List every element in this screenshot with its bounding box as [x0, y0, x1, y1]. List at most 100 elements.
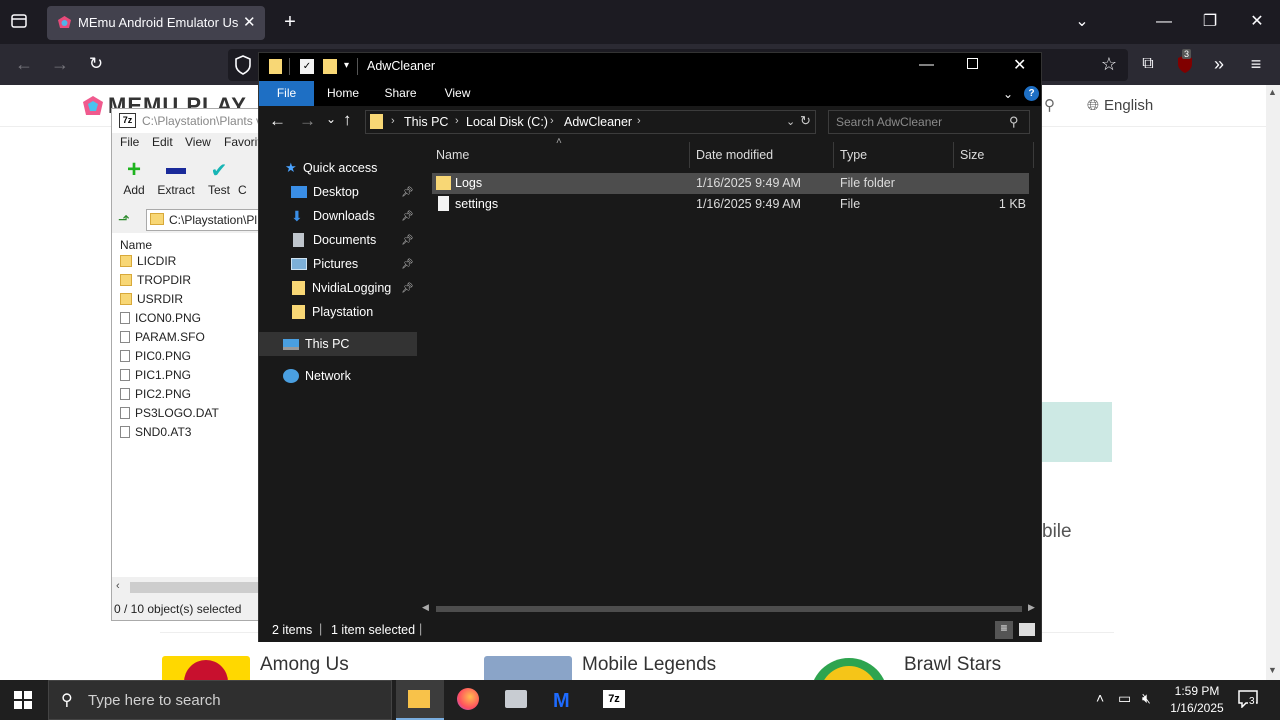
site-search-icon[interactable]: ⚲: [1044, 96, 1055, 114]
details-view-icon[interactable]: ≡: [995, 621, 1013, 639]
show-hidden-icons-icon[interactable]: ˄: [1096, 690, 1104, 706]
pin-icon[interactable]: 📌︎: [401, 211, 414, 222]
promo-banner[interactable]: [1042, 402, 1112, 462]
nav-pictures[interactable]: Pictures 📌︎: [259, 252, 417, 276]
close-icon[interactable]: ✕: [1013, 55, 1026, 75]
breadcrumb-this-pc[interactable]: This PC: [404, 115, 448, 129]
taskbar-malwarebytes[interactable]: M: [540, 680, 588, 720]
back-icon[interactable]: ←: [14, 54, 34, 74]
explorer-title-bar[interactable]: ✓ ▾ AdwCleaner — ✕: [259, 53, 1041, 81]
shield-icon[interactable]: [234, 55, 252, 75]
close-browser-icon[interactable]: ✕: [1247, 12, 1267, 32]
column-name[interactable]: Name: [430, 142, 690, 168]
address-bar[interactable]: › This PC › Local Disk (C:) › AdwCleaner…: [365, 110, 816, 134]
pin-icon[interactable]: 📌︎: [401, 187, 414, 198]
nav-nvidialogging[interactable]: NvidiaLogging 📌︎: [259, 276, 417, 300]
expand-ribbon-icon[interactable]: ⌄: [1003, 87, 1013, 101]
list-item[interactable]: TROPDIR: [120, 270, 191, 289]
back-icon[interactable]: ←: [269, 111, 286, 131]
scroll-right-icon[interactable]: ▶: [1028, 602, 1035, 613]
chevron-right-icon[interactable]: ›: [455, 115, 459, 127]
list-item[interactable]: PS3LOGO.DAT: [120, 403, 219, 422]
among-us-thumbnail[interactable]: [162, 656, 250, 690]
tab-share[interactable]: Share: [378, 81, 423, 106]
list-item[interactable]: PIC2.PNG: [120, 384, 191, 403]
restore-browser-icon[interactable]: ❐: [1200, 12, 1220, 32]
nav-downloads[interactable]: ⬇ Downloads 📌︎: [259, 204, 417, 228]
tab-list-icon[interactable]: [10, 12, 30, 30]
hamburger-menu-icon[interactable]: ≡: [1246, 54, 1266, 74]
scroll-thumb[interactable]: [436, 606, 1022, 612]
chevron-right-icon[interactable]: ›: [391, 115, 395, 127]
extensions-icon[interactable]: ⧉: [1138, 54, 1158, 74]
bookmark-star-icon[interactable]: ☆: [1099, 54, 1119, 74]
taskbar-app-generic[interactable]: [492, 680, 540, 720]
properties-icon[interactable]: ✓: [300, 59, 314, 74]
network-status-icon[interactable]: ▭: [1118, 690, 1131, 707]
list-all-tabs-icon[interactable]: ⌄: [1072, 12, 1092, 32]
7zip-extract-button[interactable]: Extract: [154, 159, 198, 197]
list-item[interactable]: PARAM.SFO: [120, 327, 205, 346]
7zip-menu-file[interactable]: File: [120, 135, 139, 155]
7zip-menu-favorites[interactable]: Favorites: [224, 135, 260, 155]
up-arrow-icon[interactable]: ↑: [343, 110, 352, 130]
list-item[interactable]: PIC0.PNG: [120, 346, 191, 365]
list-item[interactable]: USRDIR: [120, 289, 183, 308]
7zip-menu-edit[interactable]: Edit: [152, 135, 173, 155]
taskbar-file-explorer[interactable]: [396, 680, 444, 720]
column-type[interactable]: Type: [834, 142, 954, 168]
help-icon[interactable]: ?: [1024, 86, 1039, 101]
file-row-logs[interactable]: Logs 1/16/2025 9:49 AM File folder: [432, 173, 1029, 194]
taskbar-search-box[interactable]: ⚲ Type here to search: [48, 680, 392, 720]
7zip-menu-view[interactable]: View: [185, 135, 211, 155]
reload-icon[interactable]: ↻: [86, 54, 106, 74]
notification-center-icon[interactable]: 3: [1238, 690, 1258, 708]
recent-locations-icon[interactable]: ⌄: [326, 112, 336, 126]
minimize-icon[interactable]: —: [919, 56, 934, 73]
windows-start-icon[interactable]: [14, 691, 32, 709]
maximize-icon[interactable]: [967, 58, 978, 69]
ublock-icon[interactable]: 3: [1176, 49, 1196, 74]
7zip-add-button[interactable]: + Add: [112, 158, 156, 198]
volume-muted-icon[interactable]: 🔇︎: [1142, 690, 1151, 707]
pin-icon[interactable]: 📌︎: [401, 235, 414, 246]
list-item[interactable]: PIC1.PNG: [120, 365, 191, 384]
large-icons-view-icon[interactable]: [1019, 623, 1035, 636]
search-icon[interactable]: ⚲: [1009, 114, 1019, 130]
search-box[interactable]: Search AdwCleaner ⚲: [828, 110, 1030, 134]
taskbar-clock[interactable]: 1:59 PM 1/16/2025: [1166, 683, 1228, 717]
nav-playstation[interactable]: Playstation: [259, 300, 417, 324]
memu-logo-icon[interactable]: [82, 95, 104, 117]
new-tab-icon[interactable]: +: [280, 12, 300, 32]
mobile-legends-thumbnail[interactable]: [484, 656, 572, 680]
nav-quick-access[interactable]: ★ Quick access: [259, 156, 417, 180]
chevron-right-icon[interactable]: ›: [637, 115, 641, 127]
brawl-stars-thumbnail[interactable]: [806, 656, 894, 698]
7zip-horizontal-scrollbar[interactable]: ‹: [112, 579, 260, 596]
scroll-thumb[interactable]: [130, 582, 260, 593]
nav-this-pc[interactable]: This PC: [259, 332, 417, 356]
forward-icon[interactable]: →: [50, 54, 70, 74]
list-item[interactable]: LICDIR: [120, 251, 176, 270]
7zip-test-button[interactable]: ✔ Test: [197, 159, 241, 197]
column-date-modified[interactable]: Date modified: [690, 142, 834, 168]
language-selector[interactable]: English: [1104, 97, 1153, 114]
taskbar-firefox[interactable]: [444, 680, 492, 720]
list-item[interactable]: SND0.AT3: [120, 422, 191, 441]
tab-home[interactable]: Home: [318, 81, 368, 106]
scroll-left-icon[interactable]: ◀: [422, 602, 429, 613]
file-row-settings[interactable]: settings 1/16/2025 9:49 AM File 1 KB: [432, 194, 1029, 215]
column-size[interactable]: Size: [954, 142, 1034, 168]
horizontal-scrollbar[interactable]: ◀ ▶: [418, 602, 1041, 616]
refresh-icon[interactable]: ↻: [800, 113, 811, 129]
tab-file[interactable]: File: [259, 81, 314, 106]
scroll-left-icon[interactable]: ‹: [116, 580, 120, 592]
up-folder-icon[interactable]: ⬏: [118, 211, 130, 228]
minimize-browser-icon[interactable]: —: [1154, 12, 1174, 32]
address-dropdown-icon[interactable]: ⌄: [786, 115, 795, 128]
list-item[interactable]: ICON0.PNG: [120, 308, 201, 327]
browser-tab-memu[interactable]: MEmu Android Emulator User G ✕: [47, 6, 265, 40]
pin-icon[interactable]: 📌︎: [401, 283, 414, 294]
7zip-column-name[interactable]: Name: [120, 238, 152, 252]
page-scrollbar[interactable]: ▲ ▼: [1266, 85, 1280, 680]
